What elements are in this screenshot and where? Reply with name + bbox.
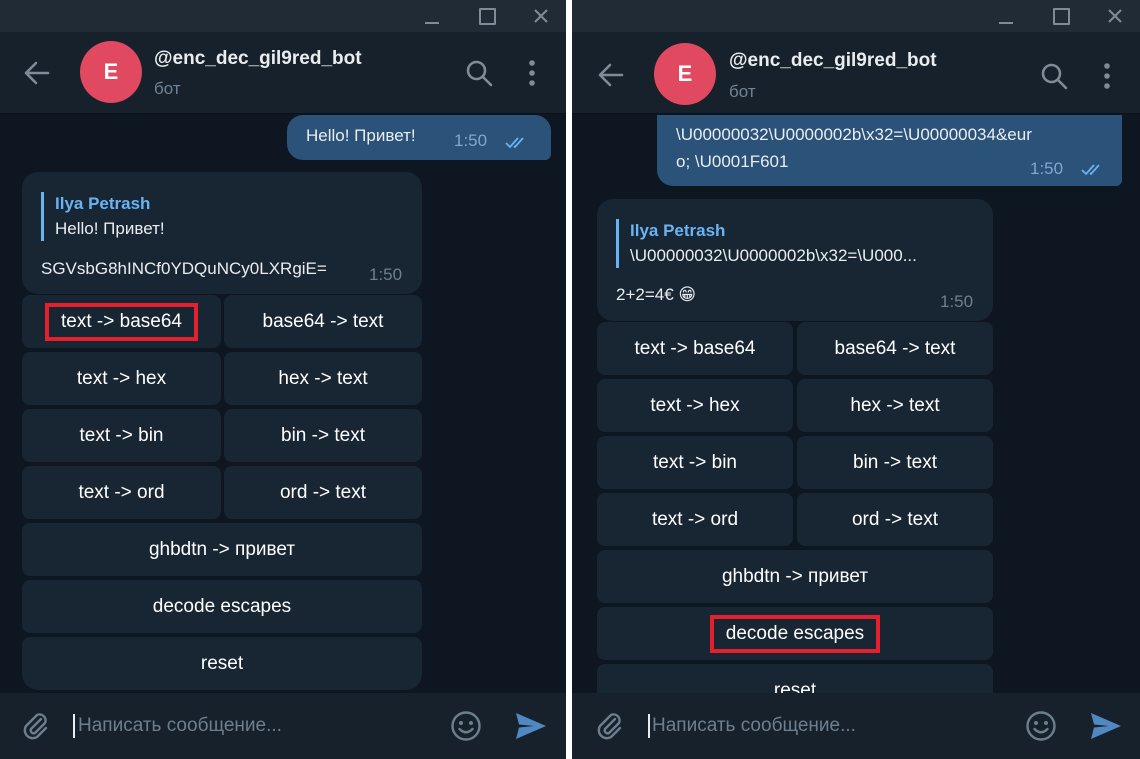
telegram-window-right: E @enc_dec_gil9red_bot бот \U00000032\U0…: [572, 0, 1140, 759]
double-check-icon: [1081, 164, 1100, 176]
quote-text: \U00000032\U0000002b\x32=\U000...: [630, 246, 917, 265]
text-caret: [73, 714, 75, 738]
telegram-window-left: E @enc_dec_gil9red_bot бот Hello! Привет…: [0, 0, 566, 759]
message-time: 1:50: [369, 265, 403, 284]
send-icon[interactable]: [514, 710, 548, 742]
window-titlebar: [0, 0, 566, 32]
decode-escapes-button[interactable]: decode escapes: [22, 580, 422, 633]
bin-to-text-button[interactable]: bin -> text: [224, 409, 422, 462]
text-to-base64-button[interactable]: text -> base64: [22, 295, 221, 348]
more-vertical-icon[interactable]: [1102, 62, 1112, 90]
maximize-button[interactable]: [1038, 0, 1084, 32]
reply-quote[interactable]: Ilya Petrash Hello! Привет!: [41, 192, 401, 241]
base64-to-text-button[interactable]: base64 -> text: [224, 295, 422, 348]
ord-to-text-button[interactable]: ord -> text: [797, 493, 993, 546]
avatar[interactable]: E: [654, 43, 716, 105]
decode-escapes-button[interactable]: decode escapes: [597, 607, 993, 660]
text-to-ord-button[interactable]: text -> ord: [597, 493, 793, 546]
text-to-base64-button[interactable]: text -> base64: [597, 322, 793, 375]
incoming-message[interactable]: Ilya Petrash \U00000032\U0000002b\x32=\U…: [597, 199, 993, 321]
close-button[interactable]: [1092, 0, 1138, 32]
avatar[interactable]: E: [80, 41, 142, 103]
bot-status: бот: [729, 82, 756, 101]
search-icon[interactable]: [1040, 62, 1068, 90]
send-icon[interactable]: [1089, 710, 1123, 742]
reply-quote[interactable]: Ilya Petrash \U00000032\U0000002b\x32=\U…: [616, 219, 971, 268]
arrow-left-icon[interactable]: [22, 58, 52, 88]
text-to-bin-button[interactable]: text -> bin: [597, 436, 793, 489]
minimize-button[interactable]: [983, 0, 1029, 32]
message-time: 1:50: [1030, 159, 1064, 178]
message-time: 1:50: [454, 131, 488, 150]
message-input-bar: Написать сообщение...: [0, 693, 566, 759]
text-to-hex-button[interactable]: text -> hex: [22, 352, 221, 405]
message-text: 2+2=4€ 😁: [616, 285, 697, 304]
bin-to-text-button[interactable]: bin -> text: [797, 436, 993, 489]
text-to-bin-button[interactable]: text -> bin: [22, 409, 221, 462]
text-to-hex-button[interactable]: text -> hex: [597, 379, 793, 432]
arrow-left-icon[interactable]: [596, 60, 626, 90]
message-text: SGVsbG8hINCf0YDQuNCy0LXRgiE=: [41, 259, 327, 278]
layout-fix-button[interactable]: ghbdtn -> привет: [22, 523, 422, 576]
double-check-icon: [505, 137, 524, 149]
text-to-ord-button[interactable]: text -> ord: [22, 466, 221, 519]
close-icon: [1108, 9, 1122, 23]
paperclip-icon[interactable]: [20, 710, 52, 742]
message-text-line-2: o; \U0001F601: [676, 152, 789, 171]
close-button[interactable]: [518, 0, 564, 32]
base64-to-text-button[interactable]: base64 -> text: [797, 322, 993, 375]
quote-text: Hello! Привет!: [55, 219, 165, 238]
smile-icon[interactable]: [1025, 710, 1057, 742]
window-titlebar: [572, 0, 1140, 32]
message-list[interactable]: Hello! Привет! 1:50 Ilya Petrash Hello! …: [0, 115, 566, 693]
outgoing-message[interactable]: \U00000032\U0000002b\x32=\U00000034&eur …: [657, 115, 1122, 186]
hex-to-text-button[interactable]: hex -> text: [224, 352, 422, 405]
ord-to-text-button[interactable]: ord -> text: [224, 466, 422, 519]
incoming-message[interactable]: Ilya Petrash Hello! Привет! SGVsbG8hINCf…: [22, 172, 422, 294]
outgoing-message[interactable]: Hello! Привет! 1:50: [287, 115, 551, 160]
bot-name[interactable]: @enc_dec_gil9red_bot: [729, 50, 937, 72]
more-vertical-icon[interactable]: [527, 59, 537, 87]
bot-status: бот: [154, 79, 181, 98]
message-text-line-1: \U00000032\U0000002b\x32=\U00000034&eur: [676, 125, 1032, 144]
message-input-bar: Написать сообщение...: [572, 693, 1140, 759]
maximize-button[interactable]: [464, 0, 510, 32]
hex-to-text-button[interactable]: hex -> text: [797, 379, 993, 432]
quote-author: Ilya Petrash: [630, 221, 726, 240]
message-text: Hello! Привет!: [306, 126, 416, 145]
close-icon: [534, 9, 548, 23]
highlight-box: text -> base64: [45, 302, 198, 341]
layout-fix-button[interactable]: ghbdtn -> привет: [597, 550, 993, 603]
bot-name[interactable]: @enc_dec_gil9red_bot: [154, 48, 362, 70]
message-list[interactable]: \U00000032\U0000002b\x32=\U00000034&eur …: [572, 115, 1140, 693]
reset-button[interactable]: reset: [597, 664, 993, 693]
highlight-box: decode escapes: [709, 614, 881, 653]
paperclip-icon[interactable]: [594, 710, 626, 742]
reset-button[interactable]: reset: [22, 637, 422, 690]
text-caret: [648, 714, 650, 738]
search-icon[interactable]: [465, 59, 493, 87]
message-input[interactable]: Написать сообщение...: [78, 715, 282, 737]
smile-icon[interactable]: [450, 710, 482, 742]
minimize-button[interactable]: [409, 0, 455, 32]
message-time: 1:50: [940, 292, 974, 311]
chat-header: E @enc_dec_gil9red_bot бот: [0, 32, 566, 114]
quote-author: Ilya Petrash: [55, 194, 151, 213]
chat-header: E @enc_dec_gil9red_bot бот: [572, 32, 1140, 114]
message-input[interactable]: Написать сообщение...: [652, 715, 856, 737]
